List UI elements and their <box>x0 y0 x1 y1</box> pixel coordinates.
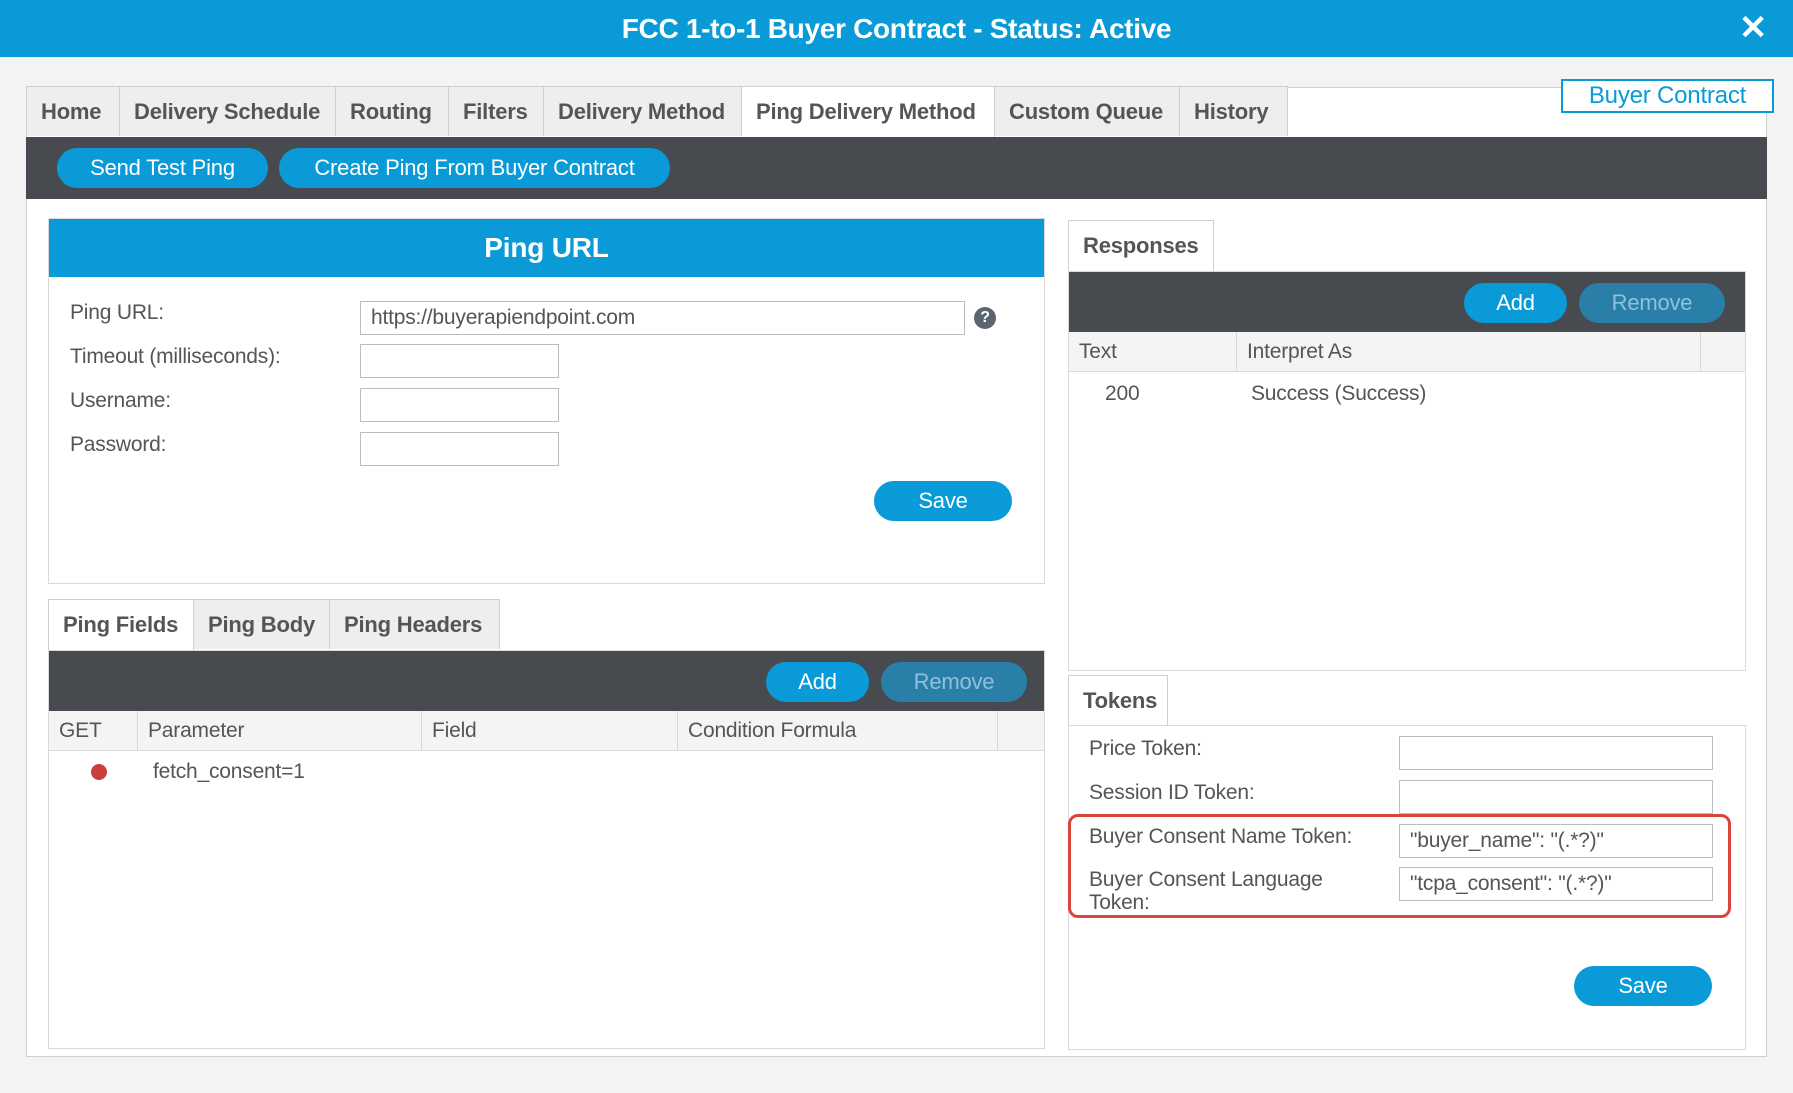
title-bar: FCC 1-to-1 Buyer Contract - Status: Acti… <box>0 0 1793 57</box>
tab-ping-body[interactable]: Ping Body <box>194 599 330 649</box>
table-row[interactable]: fetch_consent=1 <box>49 752 1044 792</box>
ping-fields-remove-button[interactable]: Remove <box>881 662 1027 702</box>
responses-toolbar: Add Remove <box>1069 272 1745 332</box>
tab-ping-headers[interactable]: Ping Headers <box>330 599 500 649</box>
column-field[interactable]: Field <box>422 711 678 751</box>
ping-url-save-button[interactable]: Save <box>874 481 1012 521</box>
status-dot <box>91 764 107 780</box>
buyer-consent-language-token-field[interactable]: "tcpa_consent": "(.*?)" <box>1399 867 1713 901</box>
responses-grid-header: Text Interpret As <box>1069 332 1745 372</box>
column-parameter[interactable]: Parameter <box>138 711 422 751</box>
create-ping-button[interactable]: Create Ping From Buyer Contract <box>279 148 670 188</box>
tab-ping-delivery-method[interactable]: Ping Delivery Method <box>742 86 995 137</box>
ping-url-panel: Ping URL Ping URL: https://buyerapiendpo… <box>48 218 1045 584</box>
username-field[interactable] <box>360 388 559 422</box>
tab-ping-fields[interactable]: Ping Fields <box>48 599 194 650</box>
tab-home[interactable]: Home <box>26 86 120 136</box>
responses-add-button[interactable]: Add <box>1464 283 1567 323</box>
responses-tab-bar: Responses <box>1068 220 1214 271</box>
tab-routing[interactable]: Routing <box>336 86 449 136</box>
responses-remove-button[interactable]: Remove <box>1579 283 1725 323</box>
send-test-ping-button[interactable]: Send Test Ping <box>57 148 268 188</box>
password-label: Password: <box>70 433 167 456</box>
tab-delivery-method[interactable]: Delivery Method <box>544 86 742 136</box>
tab-responses[interactable]: Responses <box>1068 220 1214 271</box>
ping-tab-bar: Ping Fields Ping Body Ping Headers <box>48 599 500 650</box>
tokens-panel: Price Token: Session ID Token: Buyer Con… <box>1068 725 1746 1050</box>
responses-panel: Add Remove Text Interpret As 200 Success… <box>1068 271 1746 671</box>
window-title: FCC 1-to-1 Buyer Contract - Status: Acti… <box>621 13 1172 44</box>
close-icon[interactable]: ✕ <box>1735 10 1771 46</box>
buyer-consent-name-token-field[interactable]: "buyer_name": "(.*?)" <box>1399 824 1713 858</box>
ping-url-field[interactable]: https://buyerapiendpoint.com <box>360 301 965 335</box>
ping-url-label: Ping URL: <box>70 301 164 324</box>
buyer-contract-button[interactable]: Buyer Contract <box>1561 79 1774 113</box>
timeout-label: Timeout (milliseconds): <box>70 345 281 368</box>
ping-fields-panel: Add Remove GET Parameter Field Condition… <box>48 650 1045 1049</box>
session-id-token-field[interactable] <box>1399 780 1713 814</box>
column-text[interactable]: Text <box>1069 332 1237 372</box>
price-token-label: Price Token: <box>1089 737 1202 760</box>
ping-fields-toolbar: Add Remove <box>49 651 1044 711</box>
buyer-consent-language-token-label-cont: Token: <box>1089 891 1150 914</box>
tab-tokens[interactable]: Tokens <box>1068 675 1168 726</box>
ping-fields-add-button[interactable]: Add <box>766 662 869 702</box>
buyer-consent-name-token-label: Buyer Consent Name Token: <box>1089 825 1353 848</box>
table-row[interactable]: 200 Success (Success) <box>1069 373 1745 413</box>
tokens-tab-bar: Tokens <box>1068 675 1168 726</box>
buyer-consent-language-token-label: Buyer Consent Language <box>1089 868 1323 891</box>
top-tab-bar: Home Delivery Schedule Routing Filters D… <box>26 86 1288 137</box>
password-field[interactable] <box>360 432 559 466</box>
column-interpret-as[interactable]: Interpret As <box>1237 332 1701 372</box>
ping-url-header: Ping URL <box>49 219 1044 277</box>
response-text-cell: 200 <box>1105 382 1140 405</box>
session-id-token-label: Session ID Token: <box>1089 781 1255 804</box>
tab-custom-queue[interactable]: Custom Queue <box>995 86 1180 136</box>
tab-filters[interactable]: Filters <box>449 86 544 136</box>
ping-fields-grid-header: GET Parameter Field Condition Formula <box>49 711 1044 751</box>
response-interpret-cell: Success (Success) <box>1251 382 1427 405</box>
tab-delivery-schedule[interactable]: Delivery Schedule <box>120 86 336 136</box>
column-condition-formula[interactable]: Condition Formula <box>678 711 998 751</box>
tab-history[interactable]: History <box>1180 86 1288 136</box>
help-icon[interactable]: ? <box>974 307 996 329</box>
price-token-field[interactable] <box>1399 736 1713 770</box>
tokens-save-button[interactable]: Save <box>1574 966 1712 1006</box>
username-label: Username: <box>70 389 171 412</box>
column-get[interactable]: GET <box>49 711 138 751</box>
main-toolbar: Send Test Ping Create Ping From Buyer Co… <box>26 137 1767 199</box>
timeout-field[interactable] <box>360 344 559 378</box>
parameter-cell: fetch_consent=1 <box>153 760 305 783</box>
